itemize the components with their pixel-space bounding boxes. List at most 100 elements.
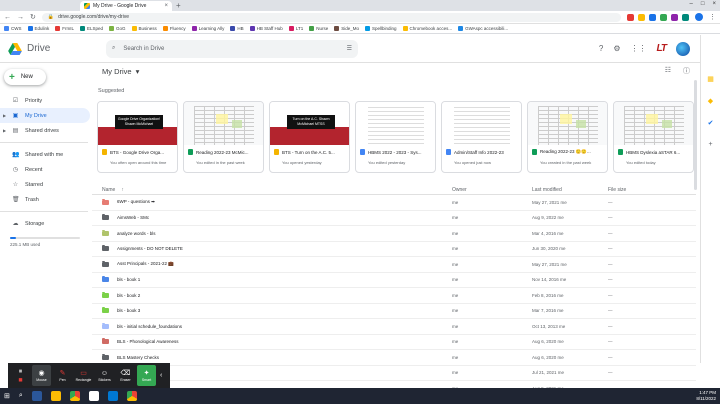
task-view-icon[interactable] (31, 391, 42, 401)
bookmark-item[interactable]: HB Staff Hub (249, 26, 283, 31)
sidebar-item-storage[interactable]: ☁ Storage (0, 216, 92, 231)
extension-icon[interactable] (660, 13, 667, 21)
extension-icon[interactable] (627, 13, 634, 21)
chrome-icon[interactable] (126, 391, 137, 401)
record-pause-button[interactable]: ⏸ ■ (11, 365, 30, 386)
table-row[interactable]: BLS - Phonological Awareness me Aug 6, 202… (92, 335, 696, 350)
suggested-card[interactable]: Reading 2022-23 🙂🙂... You created in the … (527, 101, 608, 173)
table-row[interactable]: BLS Mastery Checks me Aug 6, 2020 me — (92, 350, 696, 366)
reload-icon[interactable]: ↻ (30, 13, 36, 21)
table-row[interactable]: Assignments - DO NOT DELETE me Jun 30, 202… (92, 242, 696, 257)
edge-icon[interactable] (107, 391, 118, 401)
bookmark-item[interactable]: Edulink (27, 26, 49, 31)
bookmark-item[interactable]: Spellbinding (365, 26, 397, 31)
pen-tool-button[interactable]: ✎ Pen (53, 365, 72, 386)
extension-icon[interactable] (671, 13, 678, 21)
windows-start-icon[interactable]: ⊞ (4, 392, 10, 400)
search-input[interactable]: ⌕ Search in Drive ☰ (106, 39, 358, 58)
table-row[interactable]: 6WP - questions ➡ me May 27, 2021 me — (92, 195, 696, 211)
sidebar-item-starred[interactable]: ☆ Starred (0, 177, 92, 192)
sidebar-item-recent[interactable]: ◷ Recent (0, 162, 92, 177)
minimize-icon[interactable]: – (690, 1, 693, 7)
forward-icon[interactable]: → (17, 14, 24, 21)
back-icon[interactable]: ← (4, 14, 11, 21)
modified-column-header[interactable]: Last modified (532, 187, 608, 193)
search-options-icon[interactable]: ☰ (347, 45, 352, 52)
chevron-down-icon[interactable]: ▾ (136, 67, 140, 76)
avatar[interactable] (676, 41, 690, 56)
close-tab-icon[interactable]: × (164, 3, 168, 9)
bookmark-item[interactable]: GoG (109, 26, 126, 31)
apps-grid-icon[interactable]: ⋮⋮ (631, 44, 647, 53)
expand-caret-icon[interactable]: ▶ (3, 113, 6, 118)
sidebar-item-shared-with-me[interactable]: 👥 Shared with me (0, 147, 92, 162)
expand-caret-icon[interactable]: ▶ (3, 128, 6, 133)
table-row[interactable]: bls - book 1 me Nov 14, 2016 me — (92, 273, 696, 288)
profile-icon[interactable] (695, 13, 703, 21)
url-input[interactable]: 🔒 drive.google.com/drive/my-drive (41, 12, 621, 22)
sidebar-item-shared-drives[interactable]: ▶ ▤ Shared drives (0, 123, 92, 138)
file-explorer-icon[interactable] (50, 391, 61, 401)
bookmark-item[interactable]: CWS (4, 26, 22, 31)
chrome-icon[interactable] (69, 391, 80, 401)
table-row[interactable]: analyze words - bls me Mar 4, 2016 me — (92, 226, 696, 242)
stickers-tool-button[interactable]: ☺ Stickers (95, 365, 114, 386)
name-column-header[interactable]: Name ↑ (92, 187, 452, 193)
page-title[interactable]: My Drive (102, 67, 132, 76)
bookmark-item[interactable]: GWAspc accessibili... (458, 26, 508, 31)
bookmark-item[interactable]: Nurse (309, 26, 328, 31)
keep-icon[interactable]: ◆ (708, 97, 713, 105)
table-row[interactable]: bls - initial schedule_foundations me Oct … (92, 319, 696, 335)
extension-icon[interactable] (682, 13, 689, 21)
table-row[interactable]: Asst Principals - 2021-22 💼 me May 27, 202… (92, 257, 696, 273)
table-row[interactable]: AimsWeb - SMc me Aug 9, 2022 me — (92, 211, 696, 226)
add-addon-icon[interactable]: + (708, 141, 712, 148)
bookmark-item[interactable]: Chromebook acces... (402, 26, 452, 31)
list-view-icon[interactable]: ☷ (665, 66, 671, 76)
search-icon[interactable]: ⌕ (19, 392, 23, 400)
table-row[interactable]: ...meJul 21, 2021 me— (92, 366, 696, 381)
browser-tab[interactable]: My Drive - Google Drive × (80, 1, 172, 11)
extension-icon[interactable] (638, 13, 645, 21)
new-button[interactable]: + New (4, 69, 46, 85)
drive-logo[interactable]: Drive (8, 42, 106, 55)
suggested-card[interactable]: Google Drive Organization! Shawn McMicha… (97, 101, 178, 173)
bookmark-item[interactable]: HB (230, 26, 244, 31)
bookmark-item[interactable]: Side_Mo (334, 26, 359, 31)
owner-column-header[interactable]: Owner (452, 187, 532, 193)
browser-menu-icon[interactable]: ⋮ (709, 13, 716, 21)
suggested-card[interactable]: Turn on the A.C. Shawn McMichael MTSS BTS… (269, 101, 350, 173)
mouse-tool-button[interactable]: ◉ Mouse (32, 365, 51, 386)
bookmark-item[interactable]: Fluency (162, 26, 186, 31)
suggested-card[interactable]: Admin/Staff Info 2022-23 You opened just … (441, 101, 522, 173)
new-tab-icon[interactable]: + (176, 1, 181, 11)
help-icon[interactable]: ? (599, 44, 603, 53)
table-row[interactable]: bls - book 2 me Feb 8, 2016 me — (92, 288, 696, 304)
bookmark-item[interactable]: Learning Ally (191, 26, 224, 31)
sort-arrow-icon[interactable]: ↑ (121, 187, 124, 193)
app-icon[interactable] (88, 391, 99, 401)
scrollbar[interactable] (694, 80, 697, 190)
suggested-card[interactable]: Reading 2022-23 McMic... You edited in th… (183, 101, 264, 173)
size-column-header[interactable]: File size (608, 187, 678, 193)
settings-gear-icon[interactable]: ⚙ (613, 44, 620, 53)
maximize-icon[interactable]: □ (701, 1, 705, 7)
info-icon[interactable]: ⓘ (683, 66, 690, 76)
rectangle-tool-button[interactable]: ▭ Rectangle (74, 365, 93, 386)
suggested-card[interactable]: HBMS Dyslexia aSTAR 6... You edited today (613, 101, 694, 173)
calendar-icon[interactable]: ▦ (707, 75, 714, 83)
smart-tool-button[interactable]: ✦ Smart (137, 365, 156, 386)
suggested-card[interactable]: HBMS 2022 - 2023 - Sys... You edited yest… (355, 101, 436, 173)
collapse-toolbar-icon[interactable]: ‹ (160, 372, 162, 379)
bookmark-item[interactable]: ELSped (80, 26, 103, 31)
sidebar-item-trash[interactable]: 🗑 Trash (0, 192, 92, 207)
bookmark-item[interactable]: Business (131, 26, 157, 31)
system-clock[interactable]: 1:47 PM 8/11/2022 (696, 390, 716, 402)
bookmark-item[interactable]: LT1 (288, 26, 303, 31)
extension-icon[interactable] (649, 13, 656, 21)
close-window-icon[interactable]: × (712, 1, 716, 7)
bookmark-item[interactable]: FrmIL (55, 26, 74, 31)
sidebar-item-my-drive[interactable]: ▶ ▣ My Drive (0, 108, 90, 123)
eraser-tool-button[interactable]: ⌫ Eraser (116, 365, 135, 386)
table-row[interactable]: bls - book 3 me Mar 7, 2016 me — (92, 304, 696, 319)
